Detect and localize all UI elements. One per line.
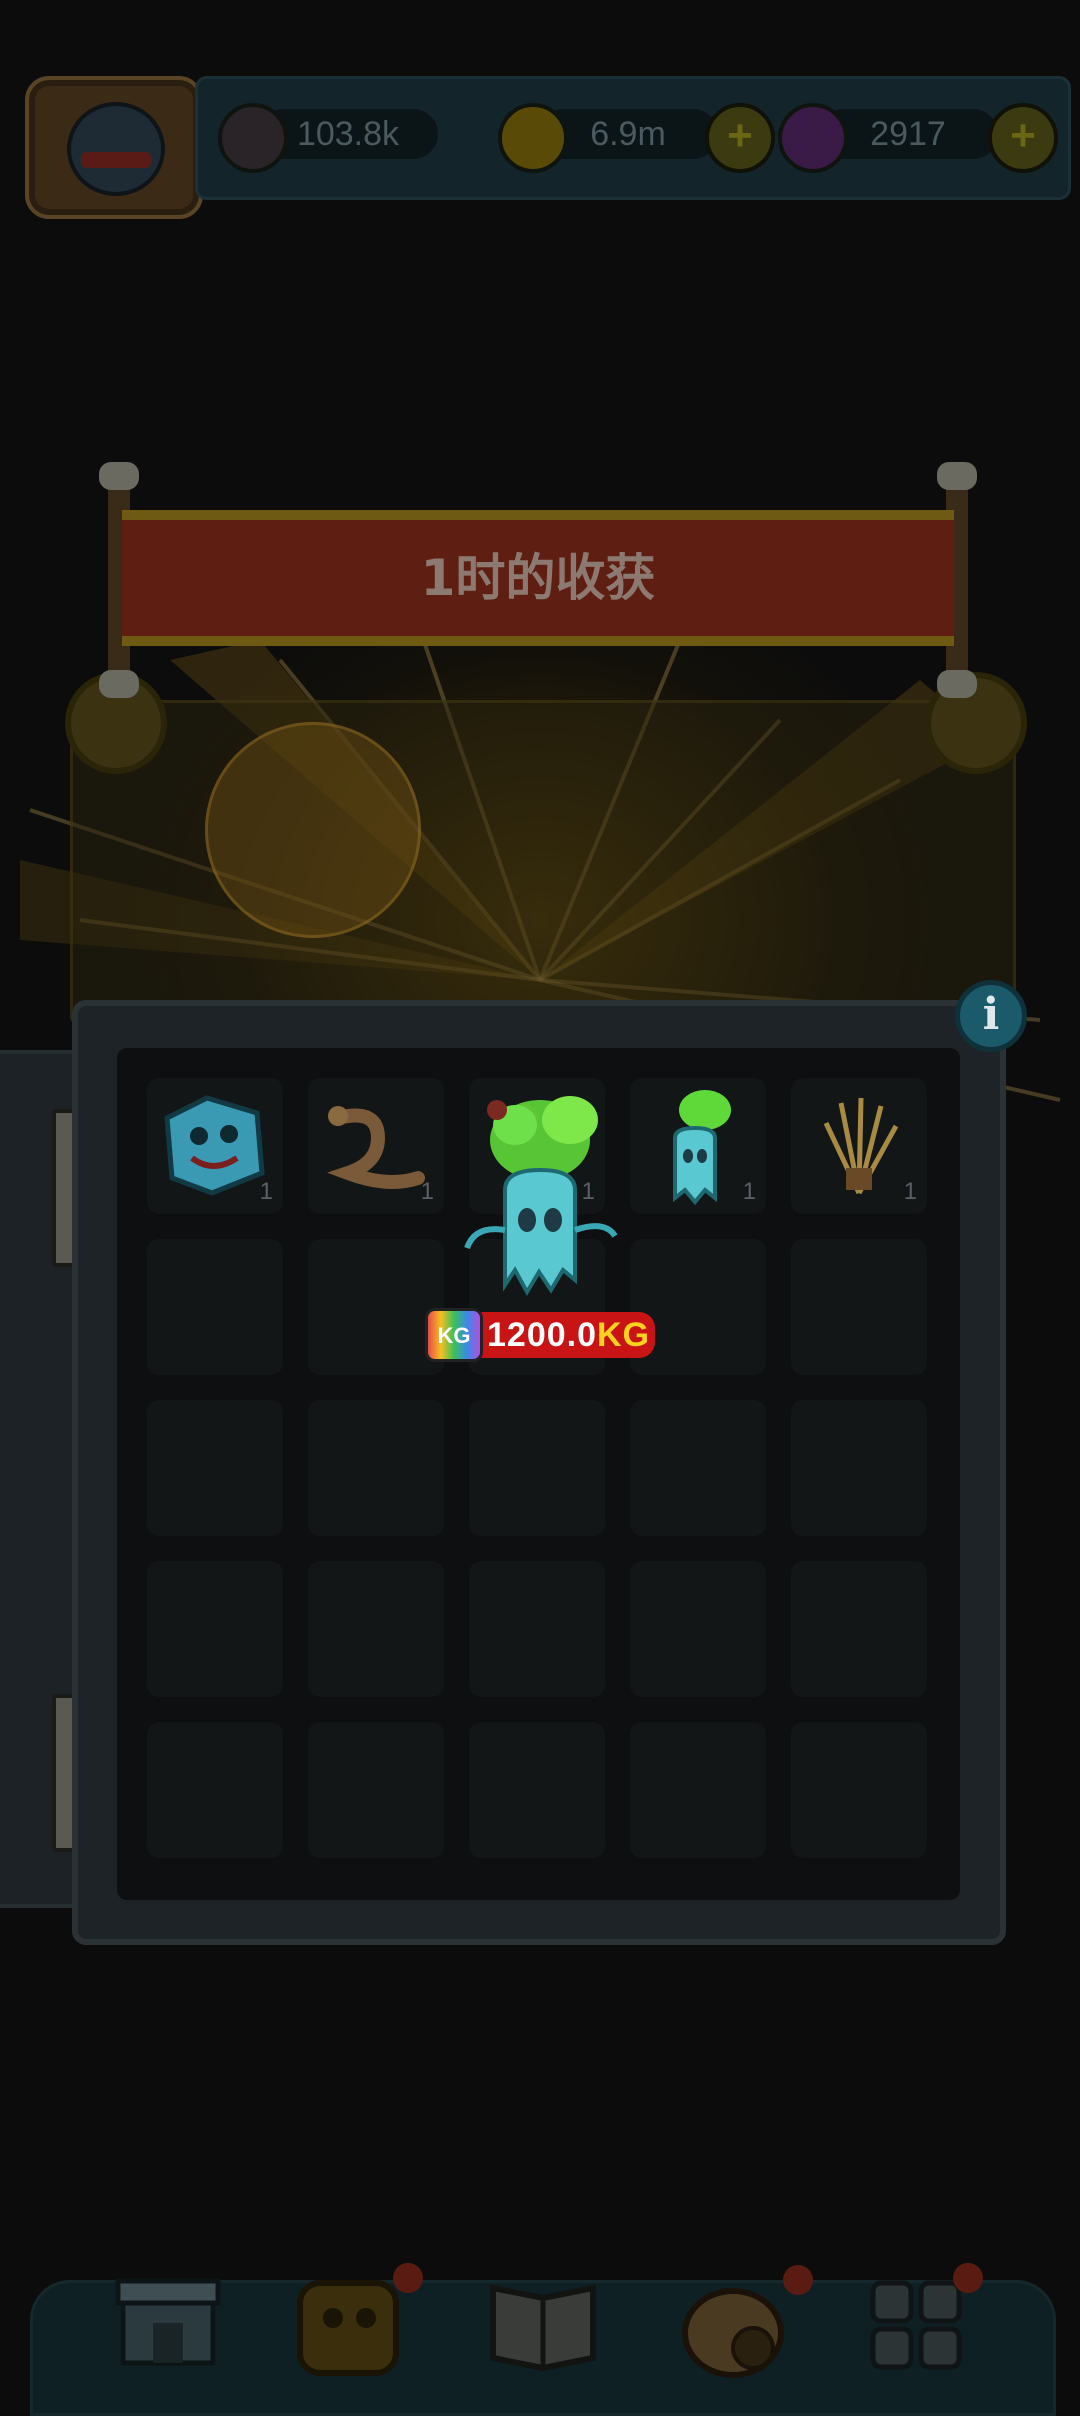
monster-icon bbox=[297, 2280, 399, 2376]
coin-icon bbox=[498, 103, 568, 173]
nav-monster[interactable] bbox=[288, 2263, 423, 2393]
scroll-cap-icon bbox=[99, 462, 139, 490]
avatar-monster-icon bbox=[67, 102, 165, 196]
empty-slot bbox=[147, 1561, 283, 1697]
weight-tag: KG 1200.0KG bbox=[425, 1308, 660, 1362]
item-count: 1 bbox=[420, 1178, 434, 1205]
item-count: 1 bbox=[903, 1178, 917, 1205]
empty-slot bbox=[791, 1722, 927, 1858]
bag-icon bbox=[682, 2288, 784, 2378]
page-title: 1时的收获 bbox=[420, 549, 656, 607]
empty-slot bbox=[147, 1239, 283, 1375]
bubble-creature-icon bbox=[205, 722, 421, 938]
empty-slot bbox=[791, 1400, 927, 1536]
scroll-cap-icon bbox=[937, 670, 977, 698]
eyeball-icon bbox=[218, 103, 288, 173]
small-ghost-item[interactable]: 1 bbox=[630, 1078, 766, 1214]
top-bar: 103.8k 6.9m + 2917 + bbox=[20, 76, 1071, 219]
item-count: 1 bbox=[742, 1178, 756, 1205]
title-scroll: 1时的收获 bbox=[99, 462, 977, 698]
empty-slot bbox=[469, 1400, 605, 1536]
empty-slot bbox=[469, 1561, 605, 1697]
nav-bag[interactable] bbox=[673, 2263, 813, 2393]
resource-strip: 103.8k 6.9m + 2917 + bbox=[195, 76, 1071, 200]
add-coin-button[interactable]: + bbox=[705, 103, 775, 173]
scroll-cap-icon bbox=[99, 670, 139, 698]
ghost-radish-highlight-icon bbox=[464, 1096, 618, 1297]
empty-slot bbox=[147, 1400, 283, 1536]
empty-slot bbox=[630, 1561, 766, 1697]
eye-resource: 103.8k bbox=[218, 103, 458, 173]
player-avatar[interactable] bbox=[25, 76, 203, 219]
empty-slot bbox=[630, 1722, 766, 1858]
shop-icon bbox=[115, 2278, 221, 2366]
title-banner: 1时的收获 bbox=[122, 510, 954, 646]
empty-slot bbox=[147, 1722, 283, 1858]
empty-slot bbox=[791, 1239, 927, 1375]
nav-grid[interactable] bbox=[863, 2263, 983, 2393]
notification-dot-icon bbox=[953, 2263, 983, 2293]
empty-slot bbox=[308, 1239, 444, 1375]
scroll-cap-icon bbox=[937, 462, 977, 490]
coin-resource: 6.9m + bbox=[498, 103, 798, 173]
potion-icon bbox=[778, 103, 848, 173]
potion-resource: 2917 + bbox=[778, 103, 1078, 173]
nav-shop[interactable] bbox=[113, 2263, 233, 2393]
weight-unit: KG bbox=[597, 1316, 650, 1354]
empty-slot bbox=[308, 1561, 444, 1697]
empty-slot bbox=[791, 1561, 927, 1697]
bottom-nav bbox=[30, 2263, 1056, 2416]
empty-slot bbox=[630, 1400, 766, 1536]
wheat-bundle-item[interactable]: 1 bbox=[791, 1078, 927, 1214]
weight-value: 1200.0 bbox=[487, 1316, 597, 1354]
empty-slot bbox=[469, 1722, 605, 1858]
info-button[interactable]: i bbox=[955, 980, 1027, 1052]
blue-creature-item[interactable]: 1 bbox=[147, 1078, 283, 1214]
empty-slot bbox=[308, 1400, 444, 1536]
book-icon bbox=[490, 2284, 596, 2372]
weight-badge-icon: KG bbox=[425, 1308, 483, 1362]
empty-slot bbox=[308, 1722, 444, 1858]
add-potion-button[interactable]: + bbox=[988, 103, 1058, 173]
worm-item[interactable]: 1 bbox=[308, 1078, 444, 1214]
notification-dot-icon bbox=[783, 2265, 813, 2295]
weight-label: 1200.0KG bbox=[487, 1312, 650, 1358]
notification-dot-icon bbox=[393, 2263, 423, 2293]
item-count: 1 bbox=[259, 1178, 273, 1205]
nav-book[interactable] bbox=[483, 2263, 603, 2393]
